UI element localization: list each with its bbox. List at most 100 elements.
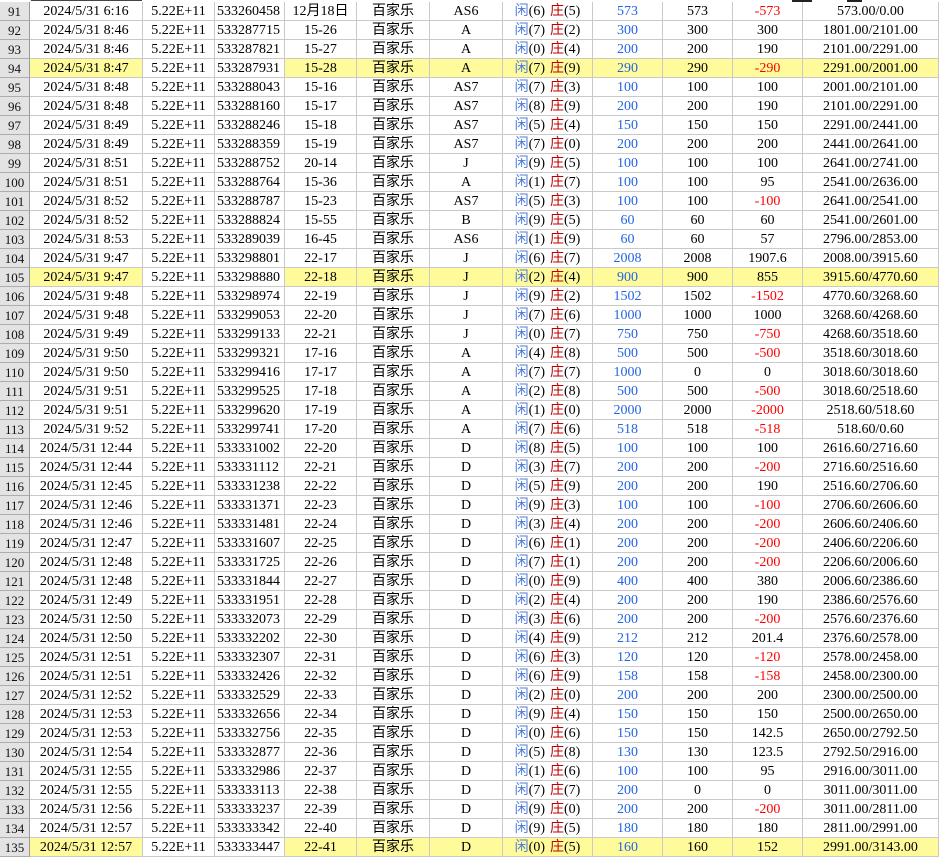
cell-balance[interactable]: 3011.00/2811.00 [803, 800, 939, 819]
cell-result[interactable]: 闲(8)庄(9) [503, 97, 593, 116]
cell-field[interactable]: 15-18 [285, 116, 357, 135]
cell-balance[interactable]: 2291.00/2001.00 [803, 59, 939, 78]
cell-id[interactable]: 533287931 [215, 59, 285, 78]
cell-bet[interactable]: 1000 [593, 306, 663, 325]
cell-sci[interactable]: 5.22E+11 [143, 743, 215, 762]
cell-balance[interactable]: 2616.60/2716.60 [803, 439, 939, 458]
cell-date[interactable]: 2024/5/31 8:49 [30, 116, 143, 135]
cell-balance[interactable]: 2008.00/3915.60 [803, 249, 939, 268]
cell-sci[interactable]: 5.22E+11 [143, 344, 215, 363]
cell-valid[interactable]: 518 [663, 420, 733, 439]
cell-game[interactable]: 百家乐 [357, 211, 430, 230]
cell-bet[interactable]: 300 [593, 21, 663, 40]
cell-id[interactable]: 533288787 [215, 192, 285, 211]
cell-bet[interactable]: 1502 [593, 287, 663, 306]
cell-table[interactable]: AS6 [430, 230, 503, 249]
cell-winloss[interactable]: 190 [733, 591, 803, 610]
cell-balance[interactable]: 2516.60/2706.60 [803, 477, 939, 496]
cell-field[interactable]: 12月18日 [285, 2, 357, 21]
cell-id[interactable]: 533333113 [215, 781, 285, 800]
cell-bet[interactable]: 200 [593, 800, 663, 819]
cell-table[interactable]: D [430, 838, 503, 857]
cell-table[interactable]: AS7 [430, 116, 503, 135]
cell-winloss[interactable]: 180 [733, 819, 803, 838]
cell-valid[interactable]: 130 [663, 743, 733, 762]
row-number[interactable]: 123 [0, 610, 30, 629]
cell-result[interactable]: 闲(6)庄(7) [503, 249, 593, 268]
cell-sci[interactable]: 5.22E+11 [143, 610, 215, 629]
cell-bet[interactable]: 200 [593, 610, 663, 629]
cell-balance[interactable]: 2916.00/3011.00 [803, 762, 939, 781]
cell-id[interactable]: 533298801 [215, 249, 285, 268]
cell-bet[interactable]: 120 [593, 648, 663, 667]
cell-field[interactable]: 17-18 [285, 382, 357, 401]
cell-balance[interactable]: 2641.00/2541.00 [803, 192, 939, 211]
row-number[interactable]: 120 [0, 553, 30, 572]
cell-valid[interactable]: 200 [663, 610, 733, 629]
cell-winloss[interactable]: 100 [733, 154, 803, 173]
cell-bet[interactable]: 200 [593, 534, 663, 553]
cell-field[interactable]: 22-25 [285, 534, 357, 553]
cell-balance[interactable]: 3018.60/3018.60 [803, 363, 939, 382]
cell-game[interactable]: 百家乐 [357, 724, 430, 743]
cell-field[interactable]: 22-30 [285, 629, 357, 648]
cell-balance[interactable]: 4268.60/3518.60 [803, 325, 939, 344]
cell-date[interactable]: 2024/5/31 9:50 [30, 344, 143, 363]
cell-balance[interactable]: 2386.60/2576.60 [803, 591, 939, 610]
cell-id[interactable]: 533332426 [215, 667, 285, 686]
cell-result[interactable]: 闲(5)庄(9) [503, 477, 593, 496]
cell-table[interactable]: D [430, 781, 503, 800]
cell-date[interactable]: 2024/5/31 12:49 [30, 591, 143, 610]
cell-balance[interactable]: 2706.60/2606.60 [803, 496, 939, 515]
cell-balance[interactable]: 2518.60/518.60 [803, 401, 939, 420]
cell-bet[interactable]: 100 [593, 496, 663, 515]
cell-field[interactable]: 22-20 [285, 439, 357, 458]
cell-balance[interactable]: 2500.00/2650.00 [803, 705, 939, 724]
cell-result[interactable]: 闲(1)庄(0) [503, 401, 593, 420]
cell-date[interactable]: 2024/5/31 8:51 [30, 173, 143, 192]
cell-sci[interactable]: 5.22E+11 [143, 800, 215, 819]
cell-id[interactable]: 533299416 [215, 363, 285, 382]
cell-sci[interactable]: 5.22E+11 [143, 306, 215, 325]
cell-sci[interactable]: 5.22E+11 [143, 268, 215, 287]
cell-balance[interactable]: 3268.60/4268.60 [803, 306, 939, 325]
cell-result[interactable]: 闲(1)庄(9) [503, 230, 593, 249]
cell-date[interactable]: 2024/5/31 9:48 [30, 306, 143, 325]
cell-result[interactable]: 闲(9)庄(0) [503, 800, 593, 819]
cell-valid[interactable]: 150 [663, 724, 733, 743]
cell-valid[interactable]: 0 [663, 781, 733, 800]
cell-winloss[interactable]: -1502 [733, 287, 803, 306]
cell-valid[interactable]: 1502 [663, 287, 733, 306]
cell-winloss[interactable]: 150 [733, 116, 803, 135]
cell-winloss[interactable]: -518 [733, 420, 803, 439]
cell-field[interactable]: 15-17 [285, 97, 357, 116]
cell-balance[interactable]: 2716.60/2516.60 [803, 458, 939, 477]
cell-table[interactable]: D [430, 477, 503, 496]
cell-balance[interactable]: 2441.00/2641.00 [803, 135, 939, 154]
cell-winloss[interactable]: 190 [733, 40, 803, 59]
cell-sci[interactable]: 5.22E+11 [143, 629, 215, 648]
cell-bet[interactable]: 500 [593, 344, 663, 363]
cell-field[interactable]: 22-36 [285, 743, 357, 762]
cell-date[interactable]: 2024/5/31 9:47 [30, 249, 143, 268]
cell-balance[interactable]: 2650.00/2792.50 [803, 724, 939, 743]
cell-date[interactable]: 2024/5/31 8:49 [30, 135, 143, 154]
cell-sci[interactable]: 5.22E+11 [143, 78, 215, 97]
cell-game[interactable]: 百家乐 [357, 610, 430, 629]
cell-date[interactable]: 2024/5/31 12:52 [30, 686, 143, 705]
cell-table[interactable]: J [430, 154, 503, 173]
cell-date[interactable]: 2024/5/31 12:56 [30, 800, 143, 819]
row-number[interactable]: 113 [0, 420, 30, 439]
cell-result[interactable]: 闲(6)庄(9) [503, 667, 593, 686]
cell-valid[interactable]: 60 [663, 211, 733, 230]
cell-table[interactable]: AS7 [430, 97, 503, 116]
cell-field[interactable]: 22-22 [285, 477, 357, 496]
cell-table[interactable]: J [430, 268, 503, 287]
row-number[interactable]: 128 [0, 705, 30, 724]
cell-date[interactable]: 2024/5/31 12:55 [30, 781, 143, 800]
cell-field[interactable]: 22-41 [285, 838, 357, 857]
cell-date[interactable]: 2024/5/31 8:46 [30, 21, 143, 40]
cell-bet[interactable]: 900 [593, 268, 663, 287]
cell-id[interactable]: 533289039 [215, 230, 285, 249]
cell-winloss[interactable]: -200 [733, 610, 803, 629]
